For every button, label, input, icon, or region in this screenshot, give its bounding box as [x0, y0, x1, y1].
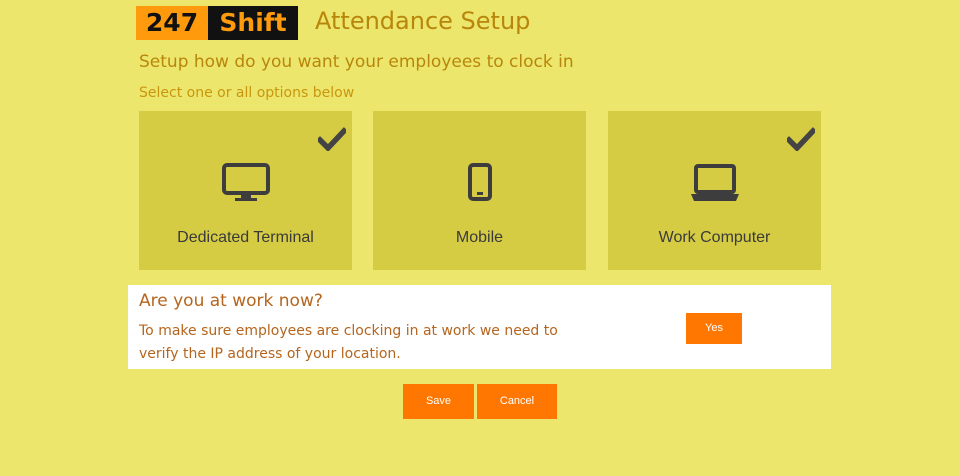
checkmark-icon: [787, 127, 815, 151]
yes-button[interactable]: Yes: [686, 313, 742, 344]
page-title: Attendance Setup: [315, 7, 531, 35]
logo-word: Shift: [208, 6, 298, 40]
option-label: Dedicated Terminal: [177, 229, 314, 246]
laptop-icon: [690, 164, 739, 201]
cancel-button[interactable]: Cancel: [477, 384, 557, 419]
option-label: Work Computer: [658, 229, 771, 246]
attendance-setup-page: 247 Shift Attendance Setup Setup how do …: [0, 0, 960, 476]
option-dedicated-terminal[interactable]: Dedicated Terminal: [139, 111, 352, 270]
logo: 247 Shift: [136, 6, 298, 40]
option-work-computer[interactable]: Work Computer: [608, 111, 821, 270]
monitor-icon: [221, 163, 270, 201]
logo-number: 247: [136, 6, 208, 40]
checkmark-icon: [318, 127, 346, 151]
save-button[interactable]: Save: [403, 384, 474, 419]
option-mobile[interactable]: Mobile: [373, 111, 586, 270]
prompt-title: Are you at work now?: [139, 291, 323, 311]
mobile-phone-icon: [467, 163, 492, 201]
work-location-prompt: Are you at work now? To make sure employ…: [128, 285, 831, 369]
selection-hint: Select one or all options below: [139, 85, 355, 101]
option-label: Mobile: [455, 229, 504, 246]
page-subtitle: Setup how do you want your employees to …: [139, 52, 574, 72]
prompt-body: To make sure employees are clocking in a…: [139, 323, 558, 362]
